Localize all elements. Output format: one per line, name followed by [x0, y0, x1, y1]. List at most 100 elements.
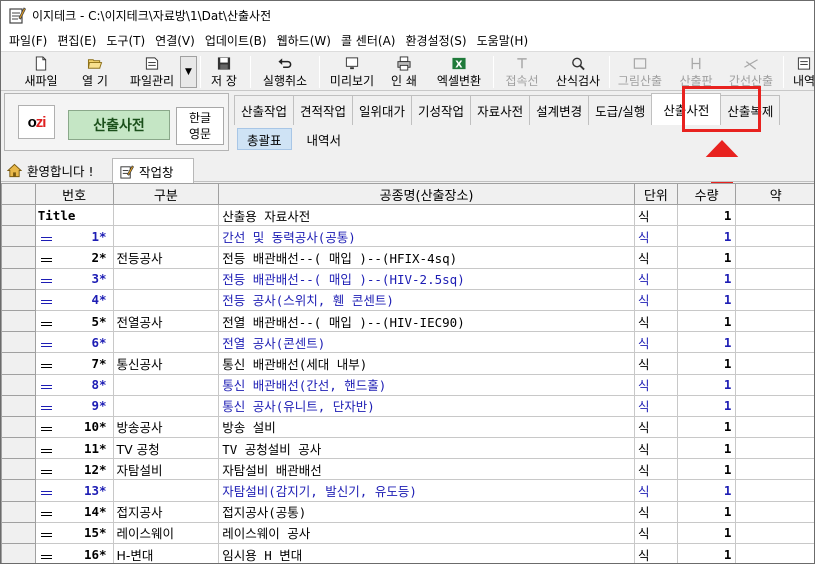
table-row[interactable]: 10* 방송공사 방송 설비 식 1 [1, 415, 814, 439]
row-number-cell[interactable]: 10* [34, 415, 114, 439]
quantity-cell[interactable]: 1 [676, 331, 737, 354]
work-name-cell[interactable]: 전열 공사(콘센트) [218, 331, 635, 354]
extra-cell[interactable] [735, 437, 814, 460]
tab-progress-work[interactable]: 기성작업 [411, 95, 472, 125]
table-row[interactable]: Title 산출용 자료사전 식 1 [1, 203, 814, 227]
subtab-summary[interactable]: 총괄표 [237, 128, 292, 150]
unit-cell[interactable]: 식 [633, 267, 678, 290]
unit-cell[interactable]: 식 [633, 203, 678, 227]
row-number-cell[interactable]: 15* [34, 521, 114, 545]
row-selector[interactable] [1, 437, 36, 460]
extra-cell[interactable] [735, 331, 814, 354]
extra-cell[interactable] [735, 394, 814, 417]
unit-cell[interactable]: 식 [633, 225, 678, 248]
unit-cell[interactable]: 식 [633, 373, 678, 396]
work-name-cell[interactable]: 방송 설비 [218, 415, 635, 439]
work-name-cell[interactable]: 통신 배관배선(간선, 핸드홀) [218, 373, 635, 396]
quantity-cell[interactable]: 1 [676, 415, 737, 439]
table-row[interactable]: 14* 접지공사 접지공사(공통) 식 1 [1, 500, 814, 523]
menu-settings[interactable]: 환경설정(S) [400, 32, 471, 49]
unit-cell[interactable]: 식 [633, 542, 678, 563]
print-button[interactable]: 인 쇄 [386, 54, 422, 89]
row-number-cell[interactable]: 13* [34, 479, 114, 502]
row-selector[interactable] [1, 479, 36, 502]
extra-cell[interactable] [735, 479, 814, 502]
table-row[interactable]: 15* 레이스웨이 레이스웨이 공사 식 1 [1, 521, 814, 545]
quantity-cell[interactable]: 1 [676, 500, 737, 523]
work-name-cell[interactable]: 통신 배관배선(세대 내부) [218, 352, 635, 375]
work-name-cell[interactable]: 산출용 자료사전 [218, 203, 635, 227]
save-button[interactable]: 저 장 [204, 54, 244, 89]
work-name-cell[interactable]: 전열 배관배선--( 매입 )--(HIV-IEC90) [218, 309, 635, 333]
category-cell[interactable]: 접지공사 [112, 500, 220, 523]
unit-cell[interactable]: 식 [633, 437, 678, 460]
quantity-cell[interactable]: 1 [676, 542, 737, 563]
menu-file[interactable]: 파일(F) [4, 32, 52, 49]
work-name-cell[interactable]: 임시용 H 변대 [218, 542, 635, 563]
table-row[interactable]: 8* 통신 배관배선(간선, 핸드홀) 식 1 [1, 373, 814, 396]
category-cell[interactable]: TV 공청 [112, 437, 220, 460]
tab-estimate[interactable]: 견적작업 [293, 95, 354, 125]
row-selector[interactable] [1, 500, 36, 523]
category-cell[interactable]: 전등공사 [112, 246, 220, 269]
quantity-cell[interactable]: 1 [676, 309, 737, 333]
category-cell[interactable] [112, 394, 220, 417]
row-number-cell[interactable]: 9* [34, 394, 114, 417]
unit-cell[interactable]: 식 [633, 288, 678, 311]
window-tab-work[interactable]: 작업창 [112, 158, 194, 183]
category-cell[interactable] [112, 225, 220, 248]
row-selector[interactable] [1, 415, 36, 439]
row-number-cell[interactable]: 12* [34, 458, 114, 481]
menu-update[interactable]: 업데이트(B) [200, 32, 272, 49]
extra-cell[interactable] [735, 203, 814, 227]
extra-cell[interactable] [735, 225, 814, 248]
category-cell[interactable]: 레이스웨이 [112, 521, 220, 545]
table-row[interactable]: 11* TV 공청 TV 공청설비 공사 식 1 [1, 437, 814, 460]
category-cell[interactable] [112, 288, 220, 311]
header-number[interactable]: 번호 [34, 183, 114, 205]
new-file-button[interactable]: 새파일 [19, 54, 63, 89]
unit-cell[interactable]: 식 [633, 458, 678, 481]
table-row[interactable]: 7* 통신공사 통신 배관배선(세대 내부) 식 1 [1, 352, 814, 375]
row-number-cell[interactable]: Title [34, 203, 114, 227]
header-category[interactable]: 구분 [112, 183, 220, 205]
file-manage-dropdown[interactable]: ▼ [180, 56, 197, 88]
unit-cell[interactable]: 식 [633, 246, 678, 269]
tab-unit-cost[interactable]: 일위대가 [352, 95, 413, 125]
file-manage-button[interactable]: 파일관리 [125, 54, 179, 89]
header-work-name[interactable]: 공종명(산출장소) [218, 183, 635, 205]
work-name-cell[interactable]: 전등 공사(스위치, 휀 콘센트) [218, 288, 635, 311]
quantity-cell[interactable]: 1 [676, 267, 737, 290]
tab-calc-work[interactable]: 산출작업 [234, 95, 295, 125]
extra-cell[interactable] [735, 521, 814, 545]
table-row[interactable]: 6* 전열 공사(콘센트) 식 1 [1, 331, 814, 354]
row-selector[interactable] [1, 246, 36, 269]
table-row[interactable]: 4* 전등 공사(스위치, 휀 콘센트) 식 1 [1, 288, 814, 311]
work-name-cell[interactable]: 전등 배관배선--( 매입 )--(HFIX-4sq) [218, 246, 635, 269]
category-cell[interactable]: 전열공사 [112, 309, 220, 333]
quantity-cell[interactable]: 1 [676, 203, 737, 227]
menu-webhard[interactable]: 웹하드(W) [272, 32, 336, 49]
undo-button[interactable]: 실행취소 [257, 54, 313, 89]
header-selector[interactable] [1, 183, 36, 205]
table-row[interactable]: 16* H-변대 임시용 H 변대 식 1 [1, 542, 814, 563]
header-quantity[interactable]: 수량 [676, 183, 737, 205]
calc-check-button[interactable]: 산식검사 [552, 54, 604, 89]
extra-cell[interactable] [735, 267, 814, 290]
calc-board-button[interactable]: 산출판 [675, 54, 717, 89]
extra-cell[interactable] [735, 415, 814, 439]
category-cell[interactable] [112, 331, 220, 354]
tab-calc-copy[interactable]: 산출복제 [720, 95, 781, 125]
quantity-cell[interactable]: 1 [676, 479, 737, 502]
category-cell[interactable] [112, 203, 220, 227]
unit-cell[interactable]: 식 [633, 309, 678, 333]
unit-cell[interactable]: 식 [633, 394, 678, 417]
row-selector[interactable] [1, 521, 36, 545]
extra-cell[interactable] [735, 458, 814, 481]
table-row[interactable]: 12* 자탐설비 자탐설비 배관배선 식 1 [1, 458, 814, 481]
menu-edit[interactable]: 편집(E) [52, 32, 101, 49]
quantity-cell[interactable]: 1 [676, 288, 737, 311]
row-number-cell[interactable]: 16* [34, 542, 114, 563]
table-row[interactable]: 9* 통신 공사(유니트, 단자반) 식 1 [1, 394, 814, 417]
extra-cell[interactable] [735, 373, 814, 396]
